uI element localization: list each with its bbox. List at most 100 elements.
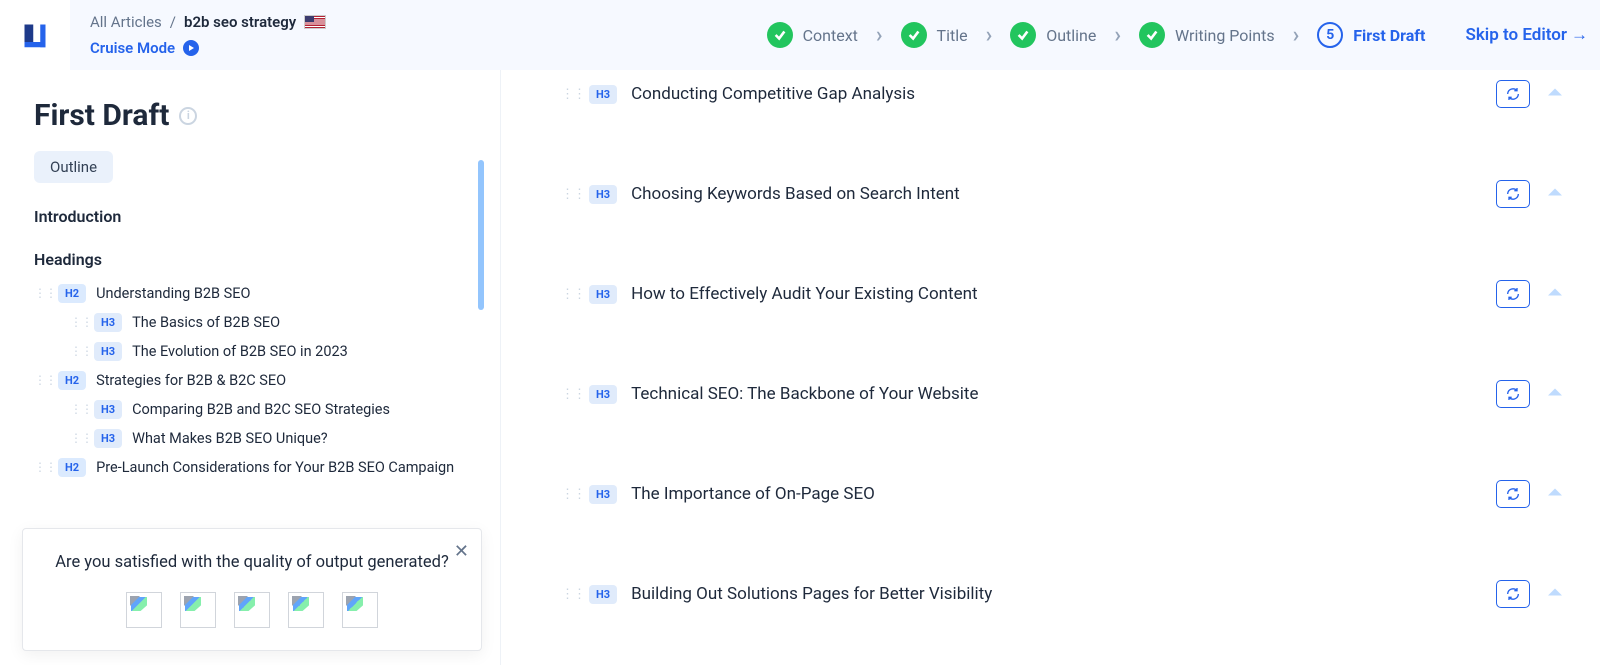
content-row-text: How to Effectively Audit Your Existing C… bbox=[631, 284, 978, 304]
step-outline[interactable]: Outline bbox=[1010, 22, 1096, 48]
outline-item-text: Understanding B2B SEO bbox=[96, 285, 250, 302]
cruise-mode-label: Cruise Mode bbox=[90, 39, 175, 57]
outline-item-text: Comparing B2B and B2C SEO Strategies bbox=[132, 401, 390, 418]
regenerate-button[interactable] bbox=[1496, 380, 1530, 408]
drag-handle-icon[interactable]: ⋮⋮ bbox=[34, 291, 48, 296]
collapse-icon[interactable] bbox=[1544, 584, 1566, 604]
heading-badge: H3 bbox=[589, 385, 617, 404]
scrollbar-thumb[interactable] bbox=[478, 160, 484, 310]
outline-item[interactable]: ⋮⋮ H3 The Basics of B2B SEO bbox=[70, 308, 466, 337]
content-row[interactable]: ⋮⋮H3Conducting Competitive Gap Analysis bbox=[561, 80, 1566, 144]
collapse-icon[interactable] bbox=[1544, 84, 1566, 104]
rating-option-5[interactable] bbox=[342, 592, 378, 628]
cruise-mode-button[interactable]: Cruise Mode bbox=[90, 39, 326, 57]
content-row[interactable]: ⋮⋮ H3 Technical SEO: The Backbone of Your … bbox=[561, 344, 1566, 444]
step-label: Outline bbox=[1046, 26, 1096, 45]
outline-item-text: The Evolution of B2B SEO in 2023 bbox=[132, 343, 348, 360]
introduction-heading[interactable]: Introduction bbox=[34, 207, 466, 226]
heading-badge: H3 bbox=[589, 85, 617, 104]
drag-handle-icon[interactable]: ⋮⋮ bbox=[70, 407, 84, 412]
regenerate-button[interactable] bbox=[1496, 180, 1530, 208]
rating-option-1[interactable] bbox=[126, 592, 162, 628]
collapse-icon[interactable] bbox=[1544, 184, 1566, 204]
play-icon bbox=[183, 40, 199, 56]
outline-item-text: Strategies for B2B & B2C SEO bbox=[96, 372, 286, 389]
drag-handle-icon[interactable]: ⋮⋮ bbox=[561, 492, 575, 497]
wizard-steps: Context › Title › Outline › Writing Points › 5 Fi… bbox=[767, 22, 1426, 48]
outline-item-text: The Basics of B2B SEO bbox=[132, 314, 280, 331]
content-row[interactable]: ⋮⋮H3How to Effectively Audit Your Existi… bbox=[561, 244, 1566, 344]
rating-option-2[interactable] bbox=[180, 592, 216, 628]
breadcrumb-current[interactable]: b2b seo strategy bbox=[184, 13, 296, 31]
chevron-right-icon: › bbox=[876, 23, 883, 48]
content-row[interactable]: ⋮⋮H3Building Out Solutions Pages for Bet… bbox=[561, 544, 1566, 644]
check-icon bbox=[901, 22, 927, 48]
rating-option-4[interactable] bbox=[288, 592, 324, 628]
collapse-icon[interactable] bbox=[1544, 384, 1566, 404]
info-icon[interactable]: i bbox=[179, 107, 197, 125]
breadcrumb: All Articles / b2b seo strategy bbox=[90, 13, 326, 31]
skip-label: Skip to Editor bbox=[1465, 25, 1567, 45]
step-label: Title bbox=[937, 26, 968, 45]
heading-badge: H2 bbox=[58, 371, 86, 390]
regenerate-button[interactable] bbox=[1496, 80, 1530, 108]
drag-handle-icon[interactable]: ⋮⋮ bbox=[561, 292, 575, 297]
chevron-right-icon: › bbox=[1114, 23, 1121, 48]
heading-badge: H3 bbox=[94, 429, 122, 448]
step-label: Context bbox=[803, 26, 858, 45]
app-logo[interactable] bbox=[0, 0, 70, 70]
drag-handle-icon[interactable]: ⋮⋮ bbox=[34, 465, 48, 470]
page-title: First Draft i bbox=[34, 98, 466, 133]
close-icon[interactable]: ✕ bbox=[454, 541, 469, 562]
chevron-right-icon: › bbox=[1293, 23, 1300, 48]
page-title-text: First Draft bbox=[34, 98, 169, 133]
step-title[interactable]: Title bbox=[901, 22, 968, 48]
breadcrumb-sep: / bbox=[170, 13, 176, 31]
drag-handle-icon[interactable]: ⋮⋮ bbox=[70, 320, 84, 325]
content-row-text: Choosing Keywords Based on Search Intent bbox=[631, 184, 960, 204]
regenerate-button[interactable] bbox=[1496, 280, 1530, 308]
rating-option-3[interactable] bbox=[234, 592, 270, 628]
drag-handle-icon[interactable]: ⋮⋮ bbox=[561, 392, 575, 397]
regenerate-button[interactable] bbox=[1496, 580, 1530, 608]
outline-tree: ⋮⋮H2Understanding B2B SEO⋮⋮H3The Basics … bbox=[34, 279, 466, 482]
outline-item-text: Pre-Launch Considerations for Your B2B S… bbox=[96, 459, 454, 476]
content-row-text: Technical SEO: The Backbone of Your Webs… bbox=[631, 384, 978, 404]
drag-handle-icon[interactable]: ⋮⋮ bbox=[34, 378, 48, 383]
drag-handle-icon[interactable]: ⋮⋮ bbox=[70, 349, 84, 354]
step-writing-points[interactable]: Writing Points bbox=[1139, 22, 1275, 48]
outline-item[interactable]: ⋮⋮H3What Makes B2B SEO Unique? bbox=[70, 424, 466, 453]
outline-item[interactable]: ⋮⋮H2Understanding B2B SEO bbox=[34, 279, 466, 308]
content-row[interactable]: ⋮⋮ H3 Choosing Keywords Based on Search In… bbox=[561, 144, 1566, 244]
drag-handle-icon[interactable]: ⋮⋮ bbox=[561, 192, 575, 197]
regenerate-button[interactable] bbox=[1496, 480, 1530, 508]
content-row[interactable]: ⋮⋮H3The Importance of On-Page SEO bbox=[561, 444, 1566, 544]
content-row-text: The Importance of On-Page SEO bbox=[631, 484, 875, 504]
outline-item[interactable]: ⋮⋮H2Pre-Launch Considerations for Your B… bbox=[34, 453, 466, 482]
outline-item[interactable]: ⋮⋮H3The Evolution of B2B SEO in 2023 bbox=[70, 337, 466, 366]
outline-item[interactable]: ⋮⋮H3Comparing B2B and B2C SEO Strategies bbox=[70, 395, 466, 424]
collapse-icon[interactable] bbox=[1544, 484, 1566, 504]
feedback-modal: ✕ Are you satisfied with the quality of … bbox=[22, 528, 482, 651]
step-label: Writing Points bbox=[1175, 26, 1275, 45]
skip-to-editor-button[interactable]: Skip to Editor → bbox=[1465, 25, 1588, 45]
heading-badge: H3 bbox=[589, 185, 617, 204]
step-context[interactable]: Context bbox=[767, 22, 858, 48]
breadcrumb-root[interactable]: All Articles bbox=[90, 13, 162, 31]
arrow-right-icon: → bbox=[1571, 25, 1588, 45]
collapse-icon[interactable] bbox=[1544, 284, 1566, 304]
sidebar: First Draft i Outline Introduction Headi… bbox=[0, 70, 500, 665]
heading-badge: H3 bbox=[94, 313, 122, 332]
content-row-text: Building Out Solutions Pages for Better … bbox=[631, 584, 992, 604]
step-number: 5 bbox=[1317, 22, 1343, 48]
drag-handle-icon[interactable]: ⋮⋮ bbox=[561, 92, 575, 97]
drag-handle-icon[interactable]: ⋮⋮ bbox=[561, 592, 575, 597]
step-label: First Draft bbox=[1353, 26, 1425, 45]
chevron-right-icon: › bbox=[986, 23, 993, 48]
outline-chip[interactable]: Outline bbox=[34, 151, 113, 183]
step-first-draft[interactable]: 5 First Draft bbox=[1317, 22, 1425, 48]
outline-item[interactable]: ⋮⋮ H2 Strategies for B2B & B2C SEO bbox=[34, 366, 466, 395]
drag-handle-icon[interactable]: ⋮⋮ bbox=[70, 436, 84, 441]
content-panel: ⋮⋮H3Conducting Competitive Gap Analysis⋮… bbox=[500, 70, 1600, 665]
flag-us-icon bbox=[304, 15, 326, 29]
